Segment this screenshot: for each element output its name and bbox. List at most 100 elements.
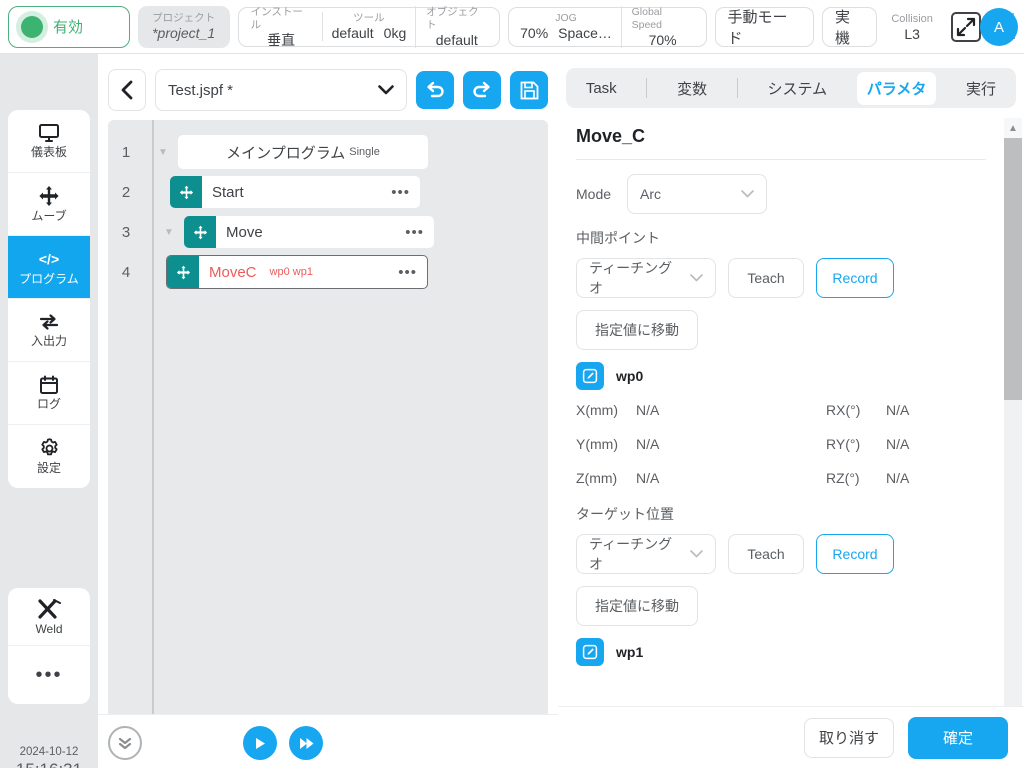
program-tree[interactable]: 1 ▼ メインプログラム Single 2 Start ••• 3 ▼ Move… <box>108 120 548 768</box>
sidebar-tool-card: Weld ••• <box>8 588 90 704</box>
row-menu-button[interactable]: ••• <box>405 224 424 241</box>
save-icon <box>520 81 539 100</box>
panel-scrollbar[interactable]: ▲ ▼ <box>1004 118 1022 760</box>
node-label: メインプログラム <box>226 144 346 162</box>
midpoint-move-row: 指定値に移動 <box>576 310 986 350</box>
cancel-button[interactable]: 取り消す <box>804 717 894 758</box>
midpoint-move-to-value-button[interactable]: 指定値に移動 <box>576 310 698 350</box>
sidebar-item-label: 儀表板 <box>30 145 67 159</box>
jog-caption: JOG <box>555 12 577 24</box>
sidebar-item-weld[interactable]: Weld <box>8 588 90 646</box>
tree-node-move[interactable]: Move ••• <box>184 216 434 248</box>
move-icon <box>184 216 216 248</box>
tab-task[interactable]: Task <box>576 74 627 103</box>
confirm-button[interactable]: 確定 <box>908 716 1008 759</box>
page-title: Move_C <box>576 126 646 146</box>
edit-square-icon[interactable] <box>576 362 604 390</box>
chevrons-down-icon[interactable] <box>108 726 142 760</box>
chevron-left-icon[interactable] <box>108 69 146 111</box>
calendar-icon <box>39 375 59 395</box>
row-menu-button[interactable]: ••• <box>398 264 417 281</box>
sidebar-item-program[interactable]: </> プログラム <box>8 236 90 299</box>
coord-row-y: Y(mm) N/A RY(°) N/A <box>576 436 986 452</box>
mode-row: Mode Arc <box>576 174 986 214</box>
table-row[interactable]: 3 ▼ Move ••• <box>108 212 548 252</box>
panel-body: Move_C Mode Arc 中間ポイント ティーチングオ Teach Rec… <box>558 120 1004 706</box>
panel-tabbar: Task 変数 システム パラメタ 実行 <box>566 68 1016 108</box>
sidebar-item-log[interactable]: ログ <box>8 362 90 425</box>
install-segment[interactable]: インストール 垂直 <box>241 6 322 48</box>
play-button[interactable] <box>243 726 277 760</box>
row-menu-button[interactable]: ••• <box>391 184 410 201</box>
chevron-down-icon[interactable]: ▼ <box>152 147 174 158</box>
jog-segment[interactable]: JOG 70% Space… <box>511 12 620 41</box>
table-row[interactable]: 4 MoveC wp0 wp1 ••• <box>108 252 548 292</box>
undo-button[interactable] <box>416 71 454 109</box>
parameter-panel: Task 変数 システム パラメタ 実行 Move_C Mode Arc 中間ポ… <box>558 54 1024 768</box>
sidebar-item-io[interactable]: 入出力 <box>8 299 90 362</box>
tool-caption: ツール <box>353 12 385 24</box>
edit-square-icon[interactable] <box>576 638 604 666</box>
coord-value-x: N/A <box>636 402 660 418</box>
target-move-row: 指定値に移動 <box>576 586 986 626</box>
real-machine-button[interactable]: 実機 <box>821 6 878 47</box>
clock: 2024-10-12 15:16:31 <box>0 744 98 768</box>
mode-select[interactable]: Arc <box>627 174 768 214</box>
fullscreen-icon[interactable] <box>950 11 981 42</box>
global-speed-segment[interactable]: Global Speed 70% <box>620 5 704 48</box>
target-teach-mode-select[interactable]: ティーチングオ <box>576 534 716 574</box>
midpoint-teach-mode-select[interactable]: ティーチングオ <box>576 258 716 298</box>
fast-forward-button[interactable] <box>289 726 323 760</box>
target-record-button[interactable]: Record <box>816 534 894 574</box>
coord-row-x: X(mm) N/A RX(°) N/A <box>576 402 986 418</box>
target-move-to-value-button[interactable]: 指定値に移動 <box>576 586 698 626</box>
speed-group[interactable]: JOG 70% Space… Global Speed 70% <box>508 5 707 48</box>
save-button[interactable] <box>510 71 548 109</box>
file-name: Test.jspf * <box>168 81 234 99</box>
install-tool-object-group[interactable]: インストール 垂直 ツール default 0kg オブジェクト default <box>237 5 501 48</box>
playback-controls <box>243 726 323 760</box>
midpoint-teach-mode-value: ティーチングオ <box>589 260 673 296</box>
clock-date: 2024-10-12 <box>19 746 79 758</box>
manual-mode-button[interactable]: 手動モード <box>714 6 814 47</box>
avatar[interactable]: A <box>980 8 1018 46</box>
tree-node-start[interactable]: Start ••• <box>170 176 420 208</box>
sidebar-item-move[interactable]: ムーブ <box>8 173 90 236</box>
table-row[interactable]: 2 Start ••• <box>108 172 548 212</box>
midpoint-waypoint-name: wp0 <box>616 368 644 384</box>
sidebar-item-more[interactable]: ••• <box>8 646 90 704</box>
table-row[interactable]: 1 ▼ メインプログラム Single <box>108 132 548 172</box>
sidebar-item-dashboard[interactable]: 儀表板 <box>8 110 90 173</box>
tab-system[interactable]: システム <box>758 72 838 105</box>
coord-label-rz: RZ(°) <box>826 470 860 486</box>
coord-label-x: X(mm) <box>576 402 618 418</box>
install-caption: インストール <box>250 5 303 31</box>
coord-value-ry: N/A <box>886 436 910 452</box>
left-sidebar: 儀表板 ムーブ </> プログラム 入出力 ログ 設定 Weld ••• 202… <box>0 54 98 768</box>
object-caption: オブジェクト <box>426 5 479 31</box>
collision-indicator[interactable]: Collision L3 <box>885 12 939 42</box>
tab-variables[interactable]: 変数 <box>667 72 717 105</box>
chevron-down-icon[interactable]: ▼ <box>158 227 180 238</box>
file-select[interactable]: Test.jspf * <box>155 69 407 111</box>
tool-payload: 0kg <box>383 25 407 41</box>
redo-button[interactable] <box>463 71 501 109</box>
triangle-up-icon[interactable]: ▲ <box>1004 118 1022 138</box>
tree-node-movec-selected[interactable]: MoveC wp0 wp1 ••• <box>166 255 428 289</box>
midpoint-waypoint-row: wp0 <box>576 362 986 390</box>
target-teach-button[interactable]: Teach <box>728 534 804 574</box>
midpoint-record-button[interactable]: Record <box>816 258 894 298</box>
scrollbar-thumb[interactable] <box>1004 138 1022 400</box>
tree-node-main-program[interactable]: メインプログラム Single <box>178 135 428 169</box>
object-segment[interactable]: オブジェクト default <box>415 5 497 48</box>
program-panel: Test.jspf * 1 ▼ メインプログラム Single 2 Start … <box>98 54 558 768</box>
tool-segment[interactable]: ツール default 0kg <box>321 12 416 41</box>
project-selector[interactable]: プロジェクト *project_1 <box>137 5 230 48</box>
redo-icon <box>472 81 492 99</box>
node-label: Move <box>226 223 263 241</box>
tab-parameters[interactable]: パラメタ <box>856 71 937 105</box>
enable-status-button[interactable]: 有効 <box>8 5 130 48</box>
midpoint-teach-button[interactable]: Teach <box>728 258 804 298</box>
tab-execute[interactable]: 実行 <box>956 72 1006 105</box>
sidebar-item-settings[interactable]: 設定 <box>8 425 90 488</box>
